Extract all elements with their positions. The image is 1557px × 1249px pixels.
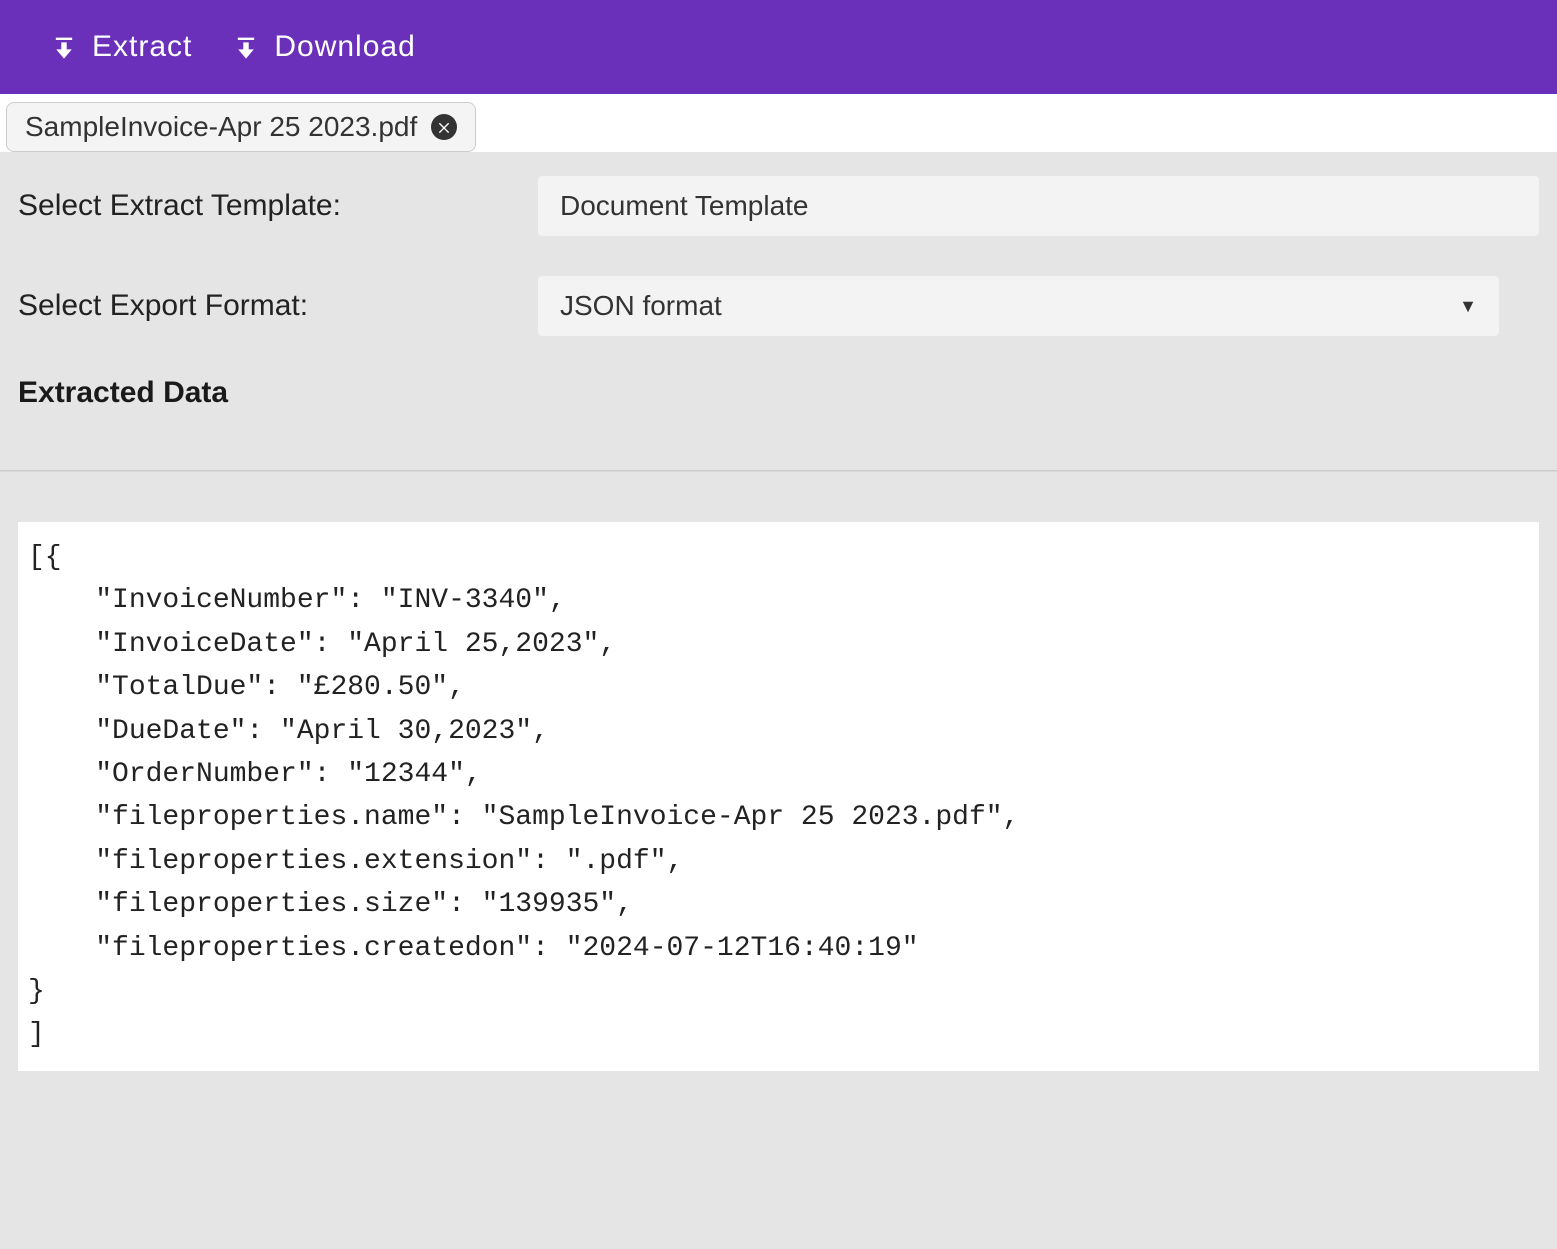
extract-button[interactable]: Extract — [50, 30, 192, 64]
extracted-data-heading: Extracted Data — [18, 376, 1539, 410]
config-panel: Select Extract Template: Document Templa… — [0, 152, 1557, 410]
extracted-json-output: [{ "InvoiceNumber": "INV-3340", "Invoice… — [18, 522, 1539, 1071]
download-button[interactable]: Download — [232, 30, 415, 64]
export-format-select[interactable]: JSON format ▼ — [538, 276, 1499, 336]
download-icon — [232, 33, 260, 61]
file-tab-filename: SampleInvoice-Apr 25 2023.pdf — [25, 111, 417, 143]
output-wrap: [{ "InvoiceNumber": "INV-3340", "Invoice… — [0, 472, 1557, 1089]
template-label: Select Extract Template: — [18, 189, 538, 223]
template-row: Select Extract Template: Document Templa… — [18, 176, 1539, 236]
download-icon — [50, 33, 78, 61]
export-select-value: JSON format — [560, 290, 722, 322]
template-select[interactable]: Document Template — [538, 176, 1539, 236]
file-tab[interactable]: SampleInvoice-Apr 25 2023.pdf — [6, 102, 476, 152]
extract-button-label: Extract — [92, 30, 192, 64]
chevron-down-icon: ▼ — [1459, 296, 1477, 317]
close-icon[interactable] — [431, 114, 457, 140]
file-tab-bar: SampleInvoice-Apr 25 2023.pdf — [0, 94, 1557, 152]
export-row: Select Export Format: JSON format ▼ — [18, 276, 1539, 336]
toolbar: Extract Download — [0, 0, 1557, 94]
template-select-value: Document Template — [560, 190, 809, 222]
download-button-label: Download — [274, 30, 415, 64]
export-label: Select Export Format: — [18, 289, 538, 323]
